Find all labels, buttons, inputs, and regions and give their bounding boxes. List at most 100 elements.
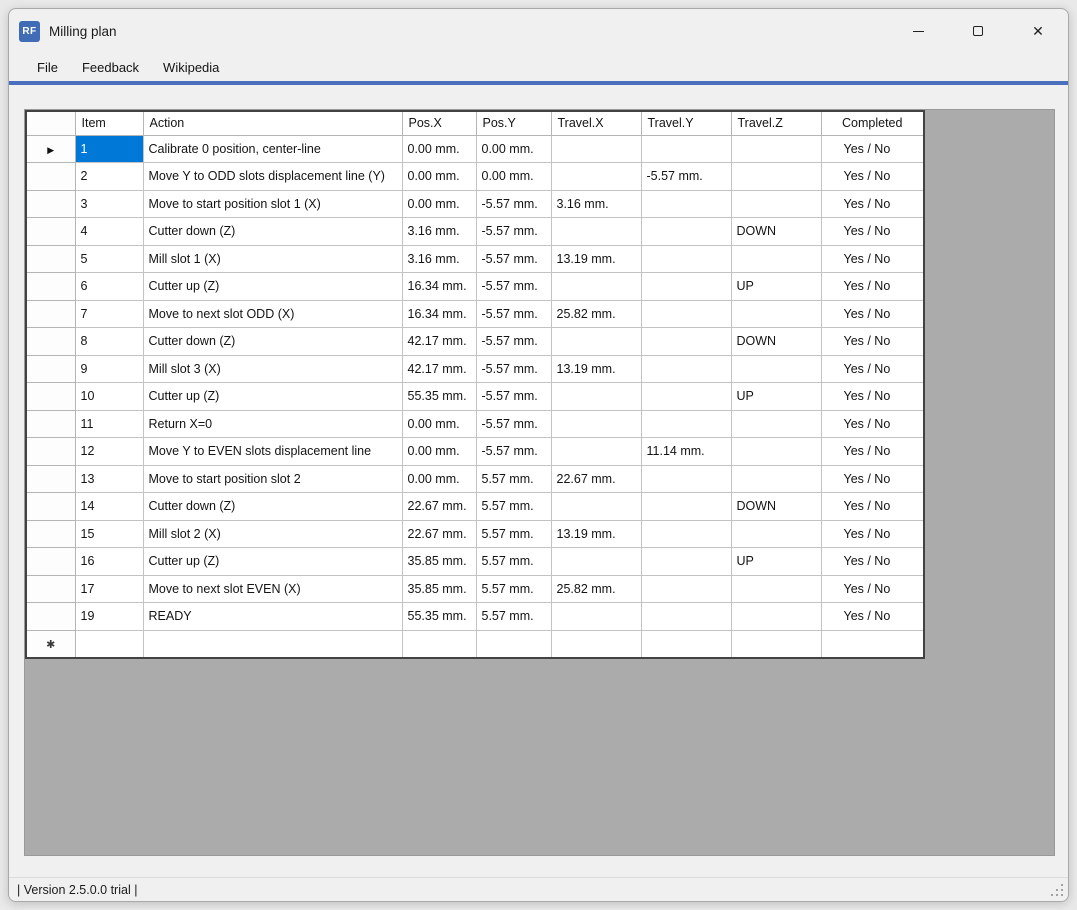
grid-cell-pos_y[interactable]: 0.00 mm. <box>476 135 551 163</box>
grid-cell-pos_y[interactable]: -5.57 mm. <box>476 355 551 383</box>
grid-cell-action[interactable]: Move to start position slot 2 <box>143 465 402 493</box>
grid-cell-action[interactable]: Mill slot 1 (X) <box>143 245 402 273</box>
grid-cell-travel_x[interactable]: 13.19 mm. <box>551 355 641 383</box>
grid-cell-travel_y[interactable] <box>641 465 731 493</box>
grid-cell-action[interactable]: Cutter up (Z) <box>143 383 402 411</box>
grid-cell-item[interactable]: 15 <box>75 520 143 548</box>
grid-cell-pos_y[interactable]: 5.57 mm. <box>476 548 551 576</box>
grid-cell-item[interactable]: 10 <box>75 383 143 411</box>
grid-cell-travel_x[interactable]: 25.82 mm. <box>551 300 641 328</box>
menu-item-feedback[interactable]: Feedback <box>70 57 151 78</box>
grid-cell-travel_z[interactable] <box>731 465 821 493</box>
menu-item-file[interactable]: File <box>25 57 70 78</box>
column-header-item[interactable]: Item <box>75 111 143 135</box>
grid-cell-travel_y[interactable] <box>641 245 731 273</box>
grid-cell-action[interactable]: Move Y to ODD slots displacement line (Y… <box>143 163 402 191</box>
grid-cell-completed[interactable]: Yes / No <box>821 465 924 493</box>
grid-cell-item[interactable]: 8 <box>75 328 143 356</box>
grid-cell-completed[interactable]: Yes / No <box>821 273 924 301</box>
grid-cell-travel_y[interactable] <box>641 410 731 438</box>
row-header[interactable] <box>26 575 75 603</box>
grid-cell-item[interactable]: 12 <box>75 438 143 466</box>
grid-cell-travel_x[interactable] <box>551 135 641 163</box>
grid-cell-travel_z[interactable]: DOWN <box>731 493 821 521</box>
row-header[interactable] <box>26 273 75 301</box>
grid-cell-pos_y[interactable]: -5.57 mm. <box>476 273 551 301</box>
grid-cell-pos_x[interactable]: 0.00 mm. <box>402 135 476 163</box>
grid-cell-travel_y[interactable] <box>641 328 731 356</box>
grid-corner-cell[interactable] <box>26 111 75 135</box>
grid-cell-action[interactable]: Calibrate 0 position, center-line <box>143 135 402 163</box>
grid-cell-travel_z[interactable] <box>731 410 821 438</box>
grid-cell-travel_y[interactable] <box>641 218 731 246</box>
new-row-header[interactable]: ✱ <box>26 630 75 658</box>
grid-cell-travel_x[interactable] <box>551 383 641 411</box>
grid-cell-travel_y[interactable] <box>641 575 731 603</box>
grid-cell-empty[interactable] <box>143 630 402 658</box>
grid-cell-travel_x[interactable]: 22.67 mm. <box>551 465 641 493</box>
grid-cell-pos_x[interactable]: 0.00 mm. <box>402 163 476 191</box>
grid-cell-completed[interactable]: Yes / No <box>821 548 924 576</box>
grid-cell-completed[interactable]: Yes / No <box>821 355 924 383</box>
grid-cell-completed[interactable]: Yes / No <box>821 300 924 328</box>
grid-cell-item[interactable]: 1 <box>75 135 143 163</box>
grid-cell-completed[interactable]: Yes / No <box>821 575 924 603</box>
row-header[interactable] <box>26 465 75 493</box>
grid-cell-travel_x[interactable]: 25.82 mm. <box>551 575 641 603</box>
row-header[interactable] <box>26 520 75 548</box>
grid-cell-pos_y[interactable]: 5.57 mm. <box>476 493 551 521</box>
grid-cell-completed[interactable]: Yes / No <box>821 163 924 191</box>
row-header[interactable] <box>26 300 75 328</box>
grid-cell-pos_x[interactable]: 42.17 mm. <box>402 328 476 356</box>
grid-cell-completed[interactable]: Yes / No <box>821 190 924 218</box>
grid-cell-completed[interactable]: Yes / No <box>821 493 924 521</box>
grid-cell-travel_y[interactable] <box>641 548 731 576</box>
column-header-travel_z[interactable]: Travel.Z <box>731 111 821 135</box>
grid-cell-travel_z[interactable] <box>731 603 821 631</box>
grid-cell-pos_x[interactable]: 22.67 mm. <box>402 520 476 548</box>
grid-cell-pos_x[interactable]: 22.67 mm. <box>402 493 476 521</box>
grid-cell-action[interactable]: Cutter down (Z) <box>143 218 402 246</box>
grid-cell-item[interactable]: 2 <box>75 163 143 191</box>
grid-cell-pos_y[interactable]: -5.57 mm. <box>476 190 551 218</box>
grid-cell-item[interactable]: 19 <box>75 603 143 631</box>
grid-cell-action[interactable]: Mill slot 2 (X) <box>143 520 402 548</box>
grid-cell-travel_y[interactable] <box>641 383 731 411</box>
grid-cell-completed[interactable]: Yes / No <box>821 135 924 163</box>
row-header[interactable] <box>26 603 75 631</box>
grid-cell-action[interactable]: Move Y to EVEN slots displacement line <box>143 438 402 466</box>
grid-cell-pos_x[interactable]: 16.34 mm. <box>402 273 476 301</box>
grid-cell-completed[interactable]: Yes / No <box>821 328 924 356</box>
grid-cell-travel_x[interactable]: 3.16 mm. <box>551 190 641 218</box>
column-header-pos_y[interactable]: Pos.Y <box>476 111 551 135</box>
minimize-button[interactable] <box>888 9 948 53</box>
grid-cell-travel_x[interactable] <box>551 493 641 521</box>
grid-cell-action[interactable]: Cutter up (Z) <box>143 273 402 301</box>
grid-cell-travel_y[interactable] <box>641 520 731 548</box>
grid-cell-item[interactable]: 7 <box>75 300 143 328</box>
grid-cell-pos_x[interactable]: 16.34 mm. <box>402 300 476 328</box>
grid-cell-item[interactable]: 5 <box>75 245 143 273</box>
row-header[interactable] <box>26 438 75 466</box>
grid-cell-empty[interactable] <box>476 630 551 658</box>
maximize-button[interactable] <box>948 9 1008 53</box>
grid-cell-travel_x[interactable]: 13.19 mm. <box>551 520 641 548</box>
grid-cell-action[interactable]: Cutter down (Z) <box>143 493 402 521</box>
grid-cell-travel_z[interactable] <box>731 245 821 273</box>
close-button[interactable]: ✕ <box>1008 9 1068 53</box>
row-header[interactable] <box>26 245 75 273</box>
grid-cell-travel_x[interactable] <box>551 328 641 356</box>
grid-cell-travel_z[interactable] <box>731 575 821 603</box>
grid-cell-item[interactable]: 3 <box>75 190 143 218</box>
grid-cell-travel_z[interactable]: UP <box>731 273 821 301</box>
menu-item-wikipedia[interactable]: Wikipedia <box>151 57 231 78</box>
grid-cell-pos_y[interactable]: -5.57 mm. <box>476 328 551 356</box>
grid-cell-travel_y[interactable] <box>641 190 731 218</box>
column-header-action[interactable]: Action <box>143 111 402 135</box>
grid-cell-item[interactable]: 9 <box>75 355 143 383</box>
grid-cell-pos_y[interactable]: 5.57 mm. <box>476 465 551 493</box>
grid-cell-pos_y[interactable]: -5.57 mm. <box>476 438 551 466</box>
grid-cell-pos_x[interactable]: 3.16 mm. <box>402 245 476 273</box>
row-header[interactable] <box>26 163 75 191</box>
grid-cell-pos_y[interactable]: -5.57 mm. <box>476 410 551 438</box>
